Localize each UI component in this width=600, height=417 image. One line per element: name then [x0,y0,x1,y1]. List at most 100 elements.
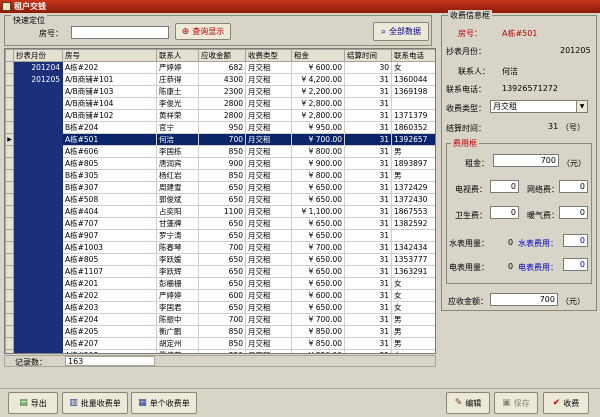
records-grid[interactable]: 抄表月份 房号 联系人 应收金额 收费类型 租金 结算时间 联系电话 20120… [4,48,436,354]
row-indicator[interactable] [5,241,14,254]
col-header[interactable]: 结算时间 [344,49,392,62]
info-contact-label: 联系人： [458,67,490,76]
table-row[interactable]: B栋#305 杨红岩 850 月交租 ¥ 800.00 31 男 [5,169,435,182]
total-label: 应收金额： [448,297,488,306]
cell-type: 月交租 [245,193,292,206]
row-indicator[interactable] [5,217,14,230]
cell-room: A栋#201 [62,277,157,290]
cell-type: 月交租 [245,205,292,218]
table-row[interactable]: A栋#208霍佳芳850月交租¥ 850.0031女 [5,349,435,353]
row-indicator[interactable] [5,169,14,182]
fee-info-legend: 收费信息框 [448,10,492,21]
row-indicator[interactable] [5,301,14,314]
heating-fee-input[interactable]: 0 [559,206,588,219]
col-header[interactable]: 租金 [291,49,345,62]
row-indicator[interactable] [5,337,14,350]
table-row[interactable]: A栋#207 胡定州 850 月交租 ¥ 850.00 31 男 [5,337,435,350]
table-row[interactable]: A/B商铺#102 黄祥荣 2800 月交租 ¥ 2,800.00 31 1371379 [5,109,435,122]
cell-month [13,301,63,314]
row-indicator[interactable] [5,73,14,86]
row-indicator[interactable] [5,265,14,278]
room-search-input[interactable] [71,26,169,39]
cell-room: A栋#202 [62,289,157,302]
chevron-down-icon[interactable]: ▼ [576,101,587,112]
row-indicator[interactable] [5,325,14,338]
table-row[interactable]: 201204 A栋#202 严婷婷 682 月交租 ¥ 600.00 30 女 [5,61,435,74]
sanitation-fee-input[interactable]: 0 [490,206,519,219]
table-row[interactable]: A/B商铺#104 李俊光 2800 月交租 ¥ 2,800.00 31 [5,97,435,110]
cell-settle: 31 [344,169,392,182]
electric-fee-input[interactable]: 0 [563,258,588,271]
cell-type: 月交租 [245,109,292,122]
row-indicator[interactable] [5,61,14,74]
col-header[interactable]: 房号 [62,49,157,62]
row-indicator[interactable] [5,145,14,158]
row-indicator[interactable] [5,109,14,122]
row-indicator[interactable] [5,193,14,206]
total-amount-input[interactable]: 700 [490,293,558,306]
table-row[interactable]: A栋#404 占奕阳 1100 月交租 ¥ 1,100.00 31 1867553 [5,205,435,218]
row-indicator[interactable] [5,229,14,242]
all-data-button[interactable]: ⌕ 全部数据 [373,22,429,41]
row-indicator[interactable] [5,97,14,110]
col-header[interactable]: 联系电话 [391,49,435,62]
cell-phone: 1360044 [391,73,435,86]
table-row[interactable]: A栋#805 唐润宾 900 月交租 ¥ 900.00 31 1893897 [5,157,435,170]
row-pointer-icon[interactable]: ▶ [5,133,14,146]
col-header[interactable]: 抄表月份 [13,49,63,62]
table-row[interactable]: A栋#204 陈振中 700 月交租 ¥ 700.00 31 男 [5,313,435,326]
table-row[interactable]: A栋#508 郭俊斌 650 月交租 ¥ 650.00 31 1372430 [5,193,435,206]
tv-fee-input[interactable]: 0 [490,180,519,193]
cell-month [13,337,63,350]
single-bill-button[interactable]: ▦ 单个收费单 [131,392,197,414]
cell-amount: 2800 [198,109,246,122]
save-button[interactable]: ▣ 保存 [494,392,538,414]
row-indicator[interactable] [5,157,14,170]
cell-amount: 700 [198,313,246,326]
water-fee-input[interactable]: 0 [563,234,588,247]
table-row[interactable]: A栋#202 严婷婷 600 月交租 ¥ 600.00 31 女 [5,289,435,302]
table-row[interactable]: ▶ A栋#501 何洁 700 月交租 ¥ 700.00 31 1392657 [5,133,435,146]
row-indicator[interactable] [5,313,14,326]
cell-room: A栋#204 [62,313,157,326]
col-header[interactable]: 联系人 [156,49,199,62]
export-button[interactable]: ▤ 导出 [8,392,58,414]
table-row[interactable]: A栋#1107 李跃辉 650 月交租 ¥ 650.00 31 1363291 [5,265,435,278]
row-indicator[interactable] [5,205,14,218]
table-row[interactable]: B栋#204 官宁 950 月交租 ¥ 950.00 31 1860352 [5,121,435,134]
row-indicator[interactable] [5,121,14,134]
row-indicator[interactable] [5,289,14,302]
cell-contact: 李跃辉 [156,265,199,278]
table-row[interactable]: 201205 A/B商铺#101 庄恭得 4300 月交租 ¥ 4,200.00 31 136… [5,73,435,86]
row-indicator[interactable] [5,253,14,266]
table-row[interactable]: A栋#805 李跃媛 650 月交租 ¥ 650.00 31 1353777 [5,253,435,266]
table-row[interactable]: A栋#201 彭栅栅 650 月交租 ¥ 650.00 31 女 [5,277,435,290]
row-indicator[interactable] [5,181,14,194]
col-header[interactable]: 收费类型 [245,49,292,62]
edit-button[interactable]: ✎ 编辑 [446,392,490,414]
col-header[interactable]: 应收金额 [198,49,246,62]
table-row[interactable]: A栋#205 衡广鹏 850 月交租 ¥ 850.00 31 男 [5,325,435,338]
row-indicator[interactable] [5,277,14,290]
table-row[interactable]: A/B商铺#103 陈康土 2300 月交租 ¥ 2,200.00 31 1369198 [5,85,435,98]
net-fee-input[interactable]: 0 [559,180,588,193]
cell-month [13,289,63,302]
cell-phone: 男 [391,145,435,158]
cell-settle: 31 [344,253,392,266]
query-button[interactable]: ⊕ 查询显示 [175,23,231,40]
water-usage-value: 0 [508,238,514,247]
table-row[interactable]: B栋#307 周建雪 650 月交租 ¥ 650.00 31 1372429 [5,181,435,194]
row-indicator[interactable] [5,85,14,98]
table-row[interactable]: A栋#707 甘蓬牌 650 月交租 ¥ 650.00 31 1382592 [5,217,435,230]
row-indicator[interactable] [5,349,14,353]
collect-button[interactable]: ✔ 收费 [543,392,589,414]
batch-bill-button[interactable]: ▥ 批量收费单 [62,392,128,414]
table-row[interactable]: A栋#606 李国栋 850 月交租 ¥ 800.00 31 男 [5,145,435,158]
table-row[interactable]: A栋#1003 陈春琴 700 月交租 ¥ 700.00 31 1342434 [5,241,435,254]
table-row[interactable]: A栋#203 李国君 650 月交租 ¥ 650.00 31 女 [5,301,435,314]
cell-settle: 31 [344,181,392,194]
table-row[interactable]: A栋#907 罗宁涛 650 月交租 ¥ 650.00 31 [5,229,435,242]
charge-type-select[interactable]: 月交租 ▼ [490,100,588,113]
rent-input[interactable]: 700 [493,154,559,167]
cell-phone [391,97,435,110]
